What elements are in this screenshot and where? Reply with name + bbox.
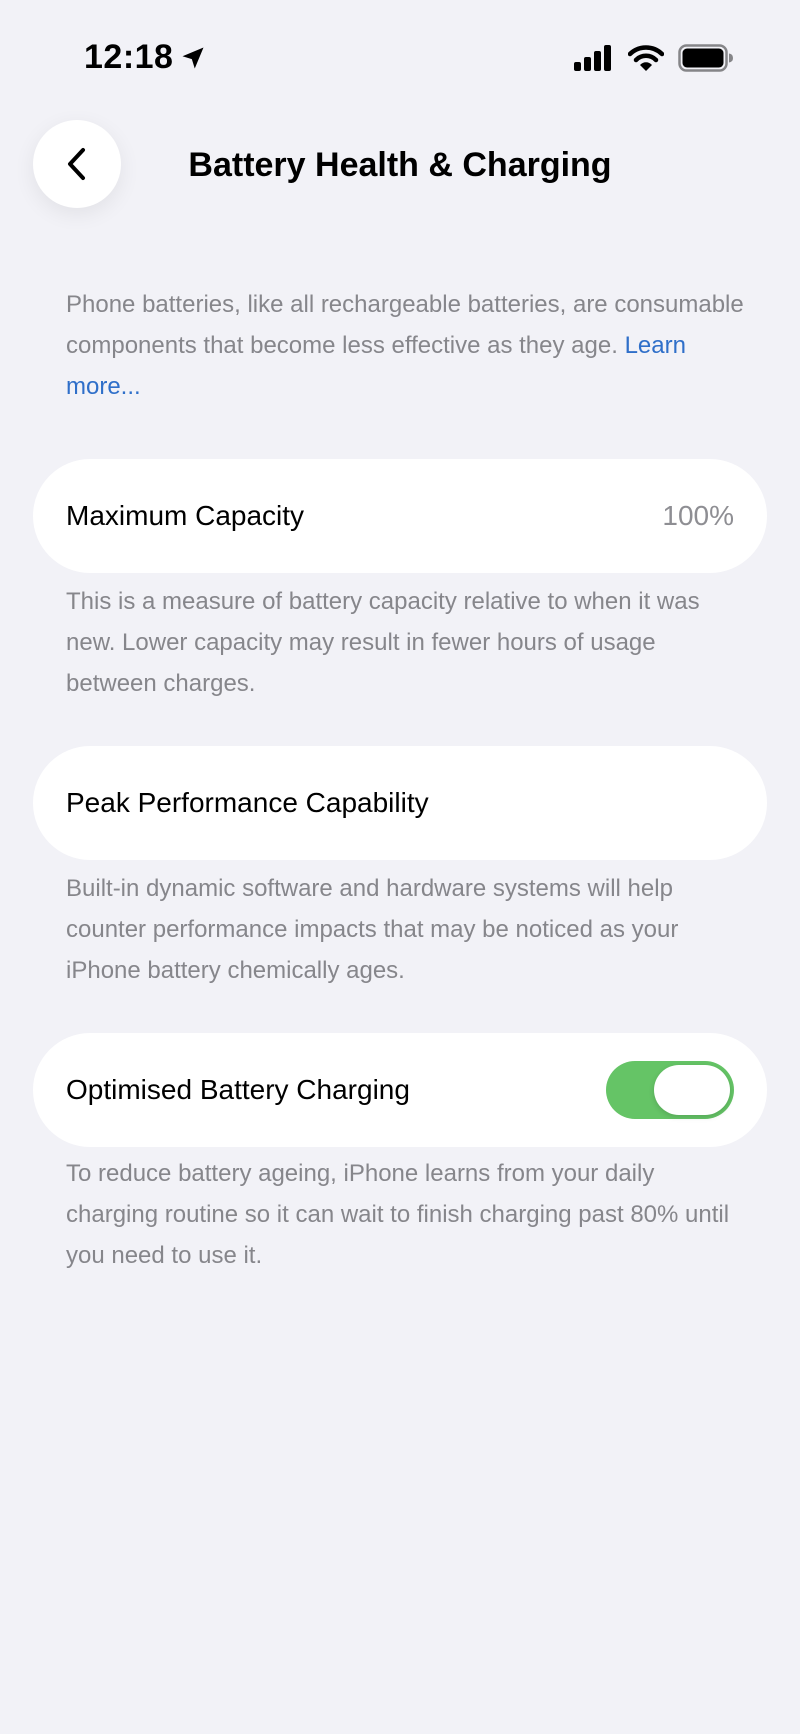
cellular-signal-icon bbox=[574, 45, 611, 71]
battery-full-icon bbox=[678, 44, 733, 72]
maximum-capacity-value: 100% bbox=[662, 500, 734, 531]
optimised-charging-toggle[interactable] bbox=[606, 1061, 734, 1119]
toggle-knob bbox=[654, 1065, 730, 1115]
intro-description: Phone batteries, like all rechargeable b… bbox=[66, 284, 746, 407]
status-icons bbox=[574, 44, 734, 72]
wifi-icon bbox=[628, 45, 664, 71]
status-time: 12:18 bbox=[84, 38, 174, 76]
location-arrow-icon bbox=[182, 47, 204, 68]
peak-performance-description: Built-in dynamic software and hardware s… bbox=[66, 875, 679, 984]
optimised-charging-row: Optimised Battery Charging bbox=[33, 1033, 767, 1147]
peak-performance-label: Peak Performance Capability bbox=[66, 787, 429, 818]
maximum-capacity-row: Maximum Capacity 100% bbox=[33, 459, 767, 573]
navigation-bar: Battery Health & Charging bbox=[0, 118, 800, 212]
optimised-charging-label: Optimised Battery Charging bbox=[66, 1074, 410, 1105]
page-title: Battery Health & Charging bbox=[188, 146, 612, 184]
maximum-capacity-label: Maximum Capacity bbox=[66, 500, 305, 531]
optimised-charging-description: To reduce battery ageing, iPhone learns … bbox=[66, 1160, 730, 1269]
status-time-group: 12:18 bbox=[84, 38, 207, 77]
status-bar: 12:18 bbox=[0, 0, 800, 118]
peak-performance-row[interactable]: Peak Performance Capability bbox=[33, 746, 767, 860]
maximum-capacity-description: This is a measure of battery capacity re… bbox=[66, 588, 700, 697]
